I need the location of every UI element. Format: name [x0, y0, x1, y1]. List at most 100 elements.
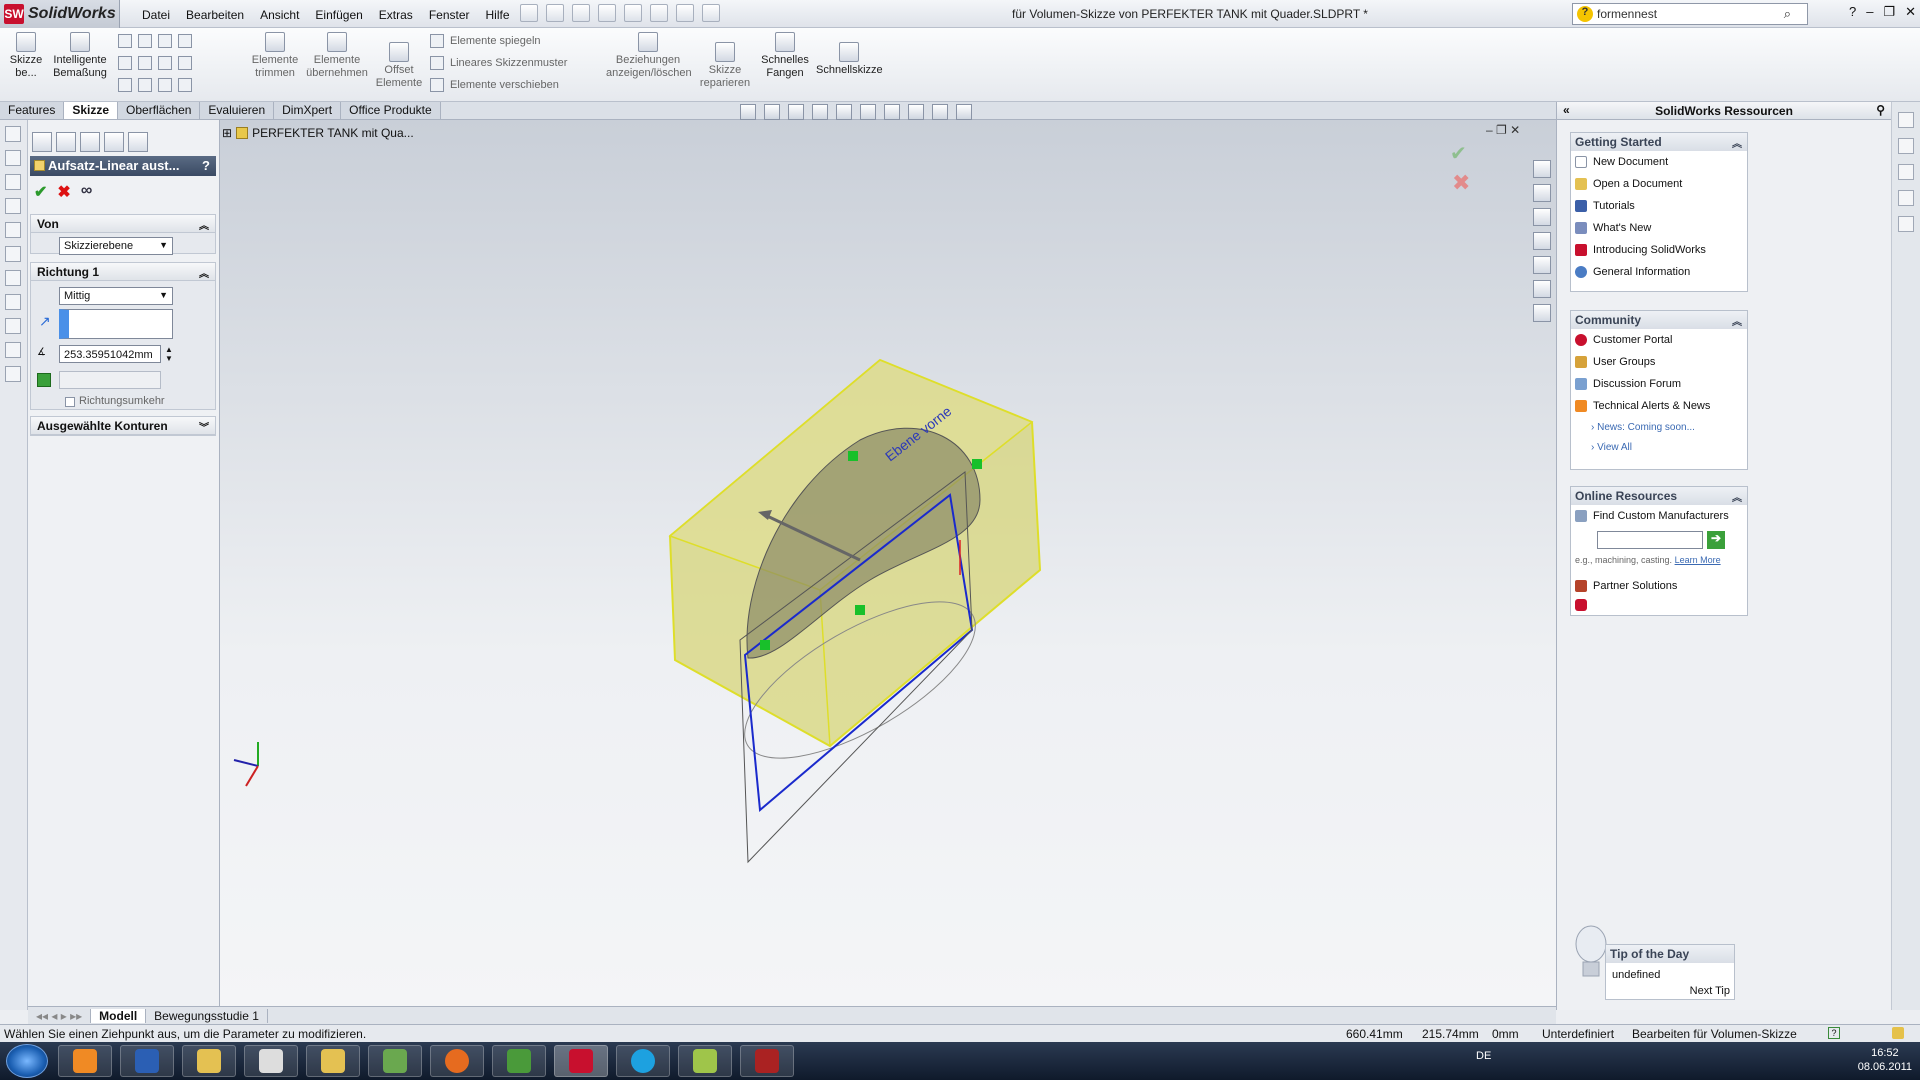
- taskbar-app[interactable]: [244, 1045, 298, 1077]
- new-icon[interactable]: [520, 4, 538, 22]
- tool-icon[interactable]: [5, 126, 21, 142]
- section-richtung-header[interactable]: Richtung 1 ︽: [31, 263, 215, 281]
- confirm-corner-ok-icon[interactable]: ✔: [1450, 143, 1467, 165]
- tool-icon[interactable]: [5, 198, 21, 214]
- customer-portal-link[interactable]: Customer Portal: [1571, 329, 1747, 351]
- section-konturen-header[interactable]: Ausgewählte Konturen ︾: [31, 417, 215, 435]
- view-orientation-icon[interactable]: [836, 104, 852, 120]
- configuration-icon[interactable]: [80, 132, 100, 152]
- taskbar-word[interactable]: [120, 1045, 174, 1077]
- view-settings-icon[interactable]: [956, 104, 972, 120]
- start-button[interactable]: [6, 1044, 48, 1078]
- spin-icon[interactable]: ▲ ▼: [165, 345, 173, 363]
- menu-extras[interactable]: Extras: [371, 6, 421, 24]
- appearance-icon[interactable]: [908, 104, 924, 120]
- file-explorer-icon[interactable]: [1533, 208, 1551, 226]
- menu-bearbeiten[interactable]: Bearbeiten: [178, 6, 252, 24]
- save-icon[interactable]: [572, 4, 590, 22]
- discussion-forum-link[interactable]: Discussion Forum: [1571, 373, 1747, 395]
- reverse-checkbox[interactable]: [65, 397, 75, 407]
- user-groups-link[interactable]: User Groups: [1571, 351, 1747, 373]
- handle[interactable]: [848, 451, 858, 461]
- menu-fenster[interactable]: Fenster: [421, 6, 478, 24]
- taskbar-firefox[interactable]: [430, 1045, 484, 1077]
- tool-icon[interactable]: [5, 246, 21, 262]
- relations-button[interactable]: Beziehungen anzeigen/löschen: [606, 32, 692, 80]
- display-style-icon[interactable]: [860, 104, 876, 120]
- search-input[interactable]: ? formennest ⌕: [1572, 3, 1808, 25]
- help-icon[interactable]: ?: [1849, 4, 1856, 20]
- linear-pattern-button[interactable]: Lineares Skizzenmuster: [430, 56, 567, 70]
- learn-more-link[interactable]: Learn More: [1675, 555, 1721, 565]
- dimxpert-icon[interactable]: [104, 132, 124, 152]
- viewport-window-controls[interactable]: – ❐ ✕: [1486, 123, 1520, 137]
- section-view-icon[interactable]: [812, 104, 828, 120]
- next-tip-link[interactable]: Next Tip: [1690, 985, 1730, 997]
- tab-evaluieren[interactable]: Evaluieren: [200, 102, 275, 119]
- tab-modell[interactable]: Modell: [91, 1008, 147, 1023]
- handle[interactable]: [972, 459, 982, 469]
- previous-view-icon[interactable]: [788, 104, 804, 120]
- end-condition-select[interactable]: Mittig ▼: [59, 287, 173, 305]
- trim-button[interactable]: Elemente trimmen: [248, 32, 302, 80]
- restore-icon[interactable]: ❐: [1883, 4, 1895, 20]
- sketch-tools-grid-2[interactable]: [118, 56, 192, 70]
- find-manufacturers-link[interactable]: Find Custom Manufacturers: [1571, 505, 1747, 527]
- move-entities-button[interactable]: Elemente verschieben: [430, 78, 559, 92]
- property-manager-icon[interactable]: [56, 132, 76, 152]
- rebuild-icon[interactable]: [676, 4, 694, 22]
- rebuild-status-icon[interactable]: [1892, 1027, 1904, 1039]
- confirm-corner-cancel-icon[interactable]: ✖: [1452, 170, 1470, 195]
- taskbar-app-2[interactable]: [368, 1045, 422, 1077]
- hide-show-icon[interactable]: [884, 104, 900, 120]
- tab-office[interactable]: Office Produkte: [341, 102, 441, 119]
- menu-einfuegen[interactable]: Einfügen: [307, 6, 370, 24]
- quick-snaps-button[interactable]: Schnelles Fangen: [760, 32, 810, 80]
- tool-icon[interactable]: [5, 222, 21, 238]
- graphics-area[interactable]: Ebene vorne ✔ ✖ – ❐ ✕: [220, 120, 1556, 1010]
- tab-features[interactable]: Features: [0, 102, 65, 119]
- app-logo[interactable]: SW SolidWorks: [0, 0, 120, 28]
- repair-sketch-button[interactable]: Skizze reparieren: [696, 42, 754, 90]
- menu-ansicht[interactable]: Ansicht: [252, 6, 307, 24]
- taskbar-explorer[interactable]: [306, 1045, 360, 1077]
- tab-skizze[interactable]: Skizze: [64, 102, 119, 119]
- introducing-link[interactable]: Introducing SolidWorks: [1571, 239, 1747, 261]
- appearance-icon[interactable]: [128, 132, 148, 152]
- print-icon[interactable]: [598, 4, 616, 22]
- convert-button[interactable]: Elemente übernehmen: [306, 32, 368, 80]
- appearances-icon[interactable]: [1533, 256, 1551, 274]
- system-clock[interactable]: 16:52 08.06.2011: [1858, 1046, 1912, 1074]
- news-link[interactable]: › News: Coming soon...: [1571, 417, 1747, 437]
- taskbar-solidworks-help[interactable]: [740, 1045, 794, 1077]
- draft-icon[interactable]: [37, 373, 51, 387]
- cancel-icon[interactable]: ✖: [57, 182, 70, 202]
- go-arrow-icon[interactable]: ➔: [1707, 531, 1725, 549]
- tool-icon[interactable]: [5, 318, 21, 334]
- partner-solutions-link[interactable]: Partner Solutions: [1571, 575, 1677, 597]
- ok-icon[interactable]: ✔: [34, 182, 47, 202]
- tool-icon[interactable]: [5, 150, 21, 166]
- whats-new-link[interactable]: What's New: [1571, 217, 1747, 239]
- online-resources-header[interactable]: Online Resources ︽: [1571, 487, 1747, 505]
- pm-help-icon[interactable]: ?: [202, 158, 210, 173]
- tool-icon[interactable]: [5, 366, 21, 382]
- handle[interactable]: [760, 640, 770, 650]
- open-icon[interactable]: [546, 4, 564, 22]
- direction-selection-box[interactable]: [59, 309, 173, 339]
- language-indicator[interactable]: DE: [1476, 1050, 1491, 1062]
- taskbar-messenger[interactable]: [492, 1045, 546, 1077]
- tool-icon[interactable]: [5, 270, 21, 286]
- sketch-tools-grid-3[interactable]: [118, 78, 192, 92]
- tab-oberflaechen[interactable]: Oberflächen: [118, 102, 201, 119]
- tool-icon[interactable]: [5, 342, 21, 358]
- home-icon[interactable]: [1533, 160, 1551, 178]
- search-results-icon[interactable]: [1533, 232, 1551, 250]
- taskbar-skype[interactable]: [616, 1045, 670, 1077]
- tutorials-link[interactable]: Tutorials: [1571, 195, 1747, 217]
- smart-dimension-button[interactable]: Intelligente Bemaßung: [50, 32, 110, 80]
- sketch-button[interactable]: Skizze be...: [6, 32, 46, 80]
- collapse-pane-icon[interactable]: «: [1563, 103, 1570, 117]
- options-icon[interactable]: [702, 4, 720, 22]
- menu-hilfe[interactable]: Hilfe: [478, 6, 518, 24]
